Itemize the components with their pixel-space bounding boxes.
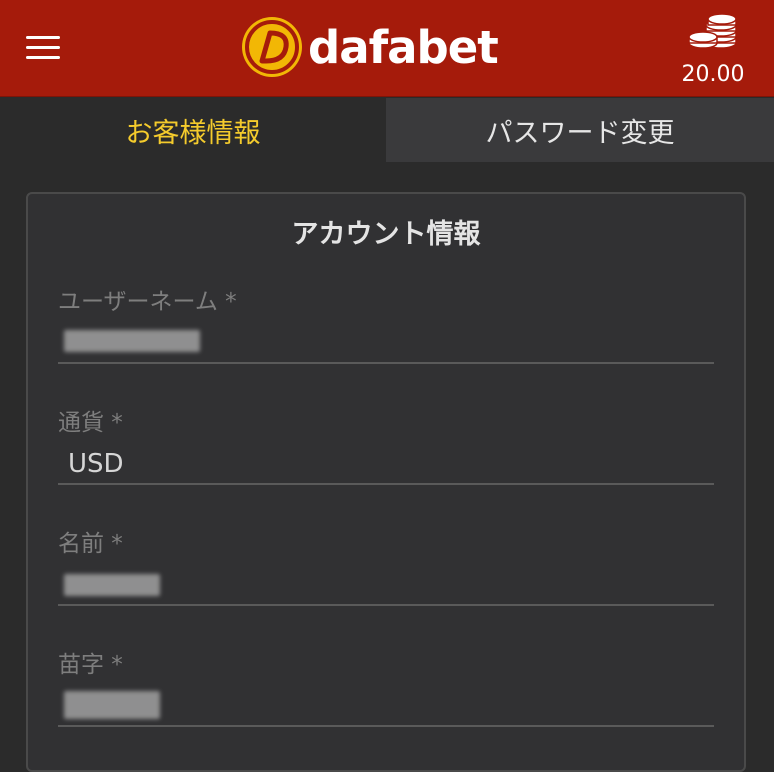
app-header: dafabet 20.00 — [0, 0, 774, 97]
dafabet-logo-icon — [242, 17, 302, 77]
last-name-redacted-value — [64, 691, 160, 719]
currency-field[interactable]: 通貨 * USD — [58, 403, 714, 503]
tab-change-password[interactable]: パスワード変更 — [386, 98, 774, 162]
currency-value: USD — [68, 449, 124, 479]
first-name-underline — [58, 604, 714, 606]
last-name-label: 苗字 * — [58, 652, 123, 678]
profile-tabs: お客様情報 パスワード変更 — [0, 98, 774, 162]
brand-logo[interactable]: dafabet — [240, 14, 499, 80]
first-name-field[interactable]: 名前 * — [58, 524, 714, 624]
brand-name: dafabet — [308, 20, 499, 74]
currency-label: 通貨 * — [58, 410, 123, 436]
last-name-underline — [58, 725, 714, 727]
hamburger-menu-icon[interactable] — [26, 36, 62, 60]
balance-amount: 20.00 — [681, 62, 745, 87]
username-redacted-value — [64, 330, 200, 352]
username-field[interactable]: ユーザーネーム * — [58, 282, 714, 382]
first-name-redacted-value — [64, 574, 160, 596]
first-name-label: 名前 * — [58, 531, 123, 557]
last-name-field[interactable]: 苗字 * — [58, 645, 714, 745]
currency-underline — [58, 483, 714, 485]
account-info-card: アカウント情報 ユーザーネーム * 通貨 * USD 名前 * 苗字 * — [26, 192, 746, 772]
tab-customer-info[interactable]: お客様情報 — [0, 98, 386, 162]
username-underline — [58, 362, 714, 364]
username-label: ユーザーネーム * — [58, 289, 237, 315]
card-title: アカウント情報 — [291, 219, 481, 250]
balance-widget[interactable]: 20.00 — [678, 10, 748, 90]
coin-stack-icon — [688, 13, 737, 49]
